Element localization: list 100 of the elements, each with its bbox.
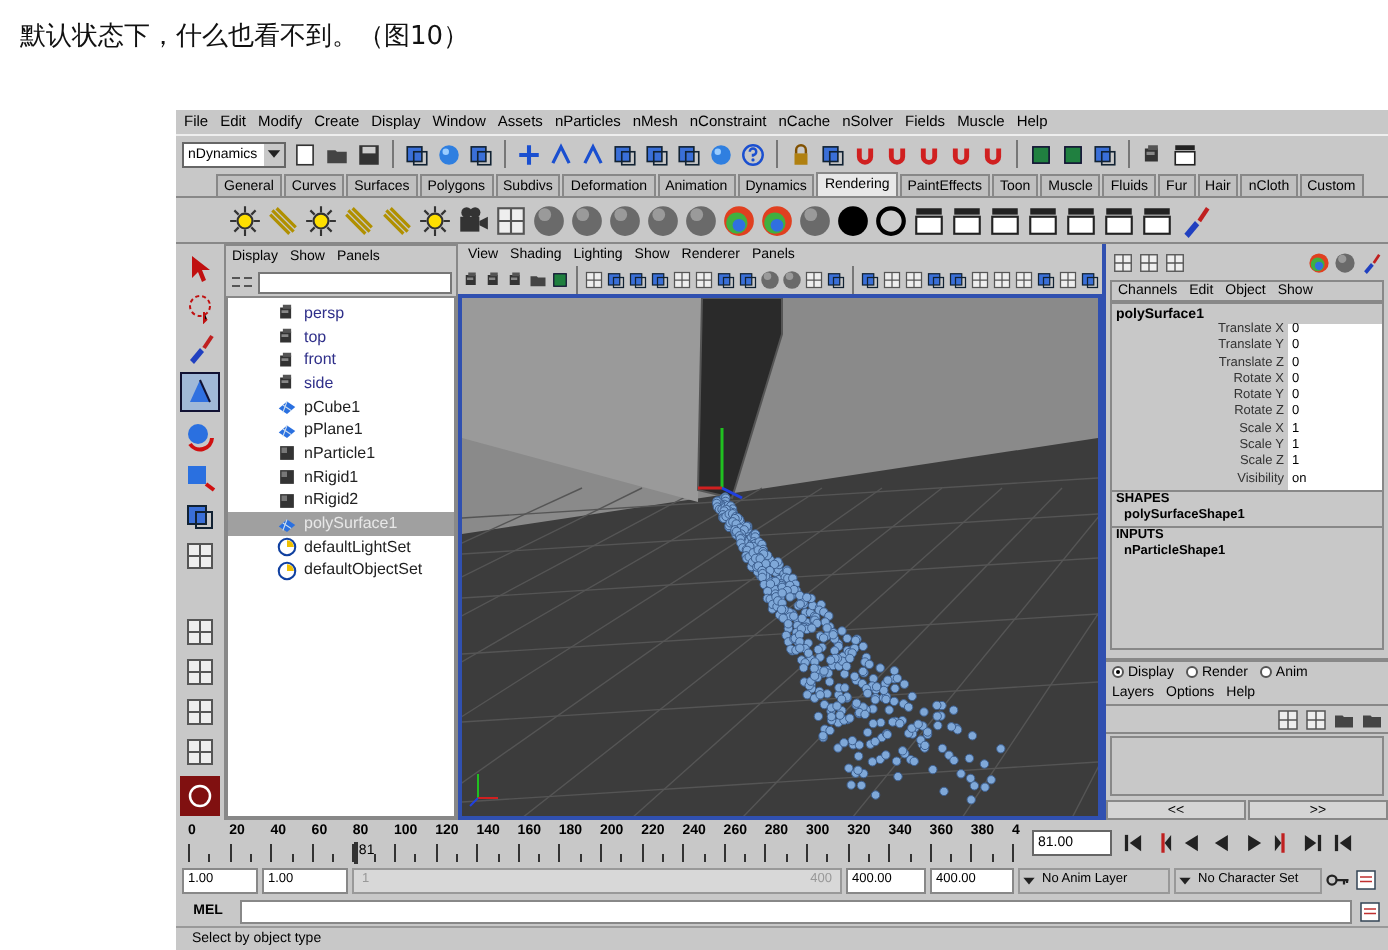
layout-icon[interactable] [804,270,824,290]
radio-button[interactable] [1112,666,1124,678]
clapper-icon[interactable] [1026,203,1060,237]
squares-icon[interactable] [1036,270,1056,290]
sphere-icon[interactable] [1334,251,1356,273]
mesh-icon[interactable] [276,396,298,419]
key-icon[interactable] [1326,868,1350,892]
sphere-icon[interactable] [646,203,680,237]
mesh-icon[interactable] [276,419,298,442]
preferences-icon[interactable] [1354,868,1378,892]
brush-icon[interactable] [1360,251,1382,273]
light-icon[interactable] [304,203,338,237]
move-tool-icon[interactable] [184,376,216,408]
outliner-item[interactable]: side [228,372,454,396]
command-field[interactable] [240,899,1352,923]
preferences-icon[interactable] [1358,899,1382,923]
sphere-icon[interactable] [782,270,802,290]
step-forward-icon[interactable] [1300,829,1326,855]
squares-icon[interactable] [676,141,702,167]
clapper-icon[interactable] [1102,203,1136,237]
sphere-icon[interactable] [684,203,718,237]
squares-icon[interactable] [404,141,430,167]
layout-icon[interactable] [584,270,604,290]
layout-icon[interactable] [494,203,528,237]
layout-icon[interactable] [184,540,216,572]
outliner-item[interactable]: top [228,325,454,349]
squares-icon[interactable] [468,141,494,167]
new-file-icon[interactable] [292,141,318,167]
outliner-item[interactable]: nRigid2 [228,489,454,513]
step-back-icon[interactable] [1120,829,1146,855]
layout-icon[interactable] [1164,251,1186,273]
rotate-tool-icon[interactable] [184,420,216,452]
outliner-item[interactable]: nParticle1 [228,442,454,466]
layout-icon[interactable] [1304,707,1328,731]
radio-button[interactable] [1185,666,1198,678]
node-icon[interactable] [276,466,298,489]
outliner-item[interactable]: pCube1 [228,395,454,419]
layout-icon[interactable] [184,696,216,728]
squares-icon[interactable] [184,500,216,532]
ring-icon[interactable] [874,203,908,237]
set-icon[interactable] [276,536,298,559]
squares-icon[interactable] [1092,141,1118,167]
color-sphere-icon[interactable] [760,203,794,237]
layout-icon[interactable] [1058,270,1078,290]
layout-icon[interactable] [882,270,902,290]
layout-icon[interactable] [904,270,924,290]
layout-icon[interactable] [1138,251,1160,273]
step-back-icon[interactable] [1330,829,1356,855]
layout-icon[interactable] [1014,270,1034,290]
layout-icon[interactable] [970,270,990,290]
layout-icon[interactable] [184,656,216,688]
outliner-item[interactable]: defaultObjectSet [228,559,454,583]
outliner-item[interactable]: defaultLightSet [228,535,454,560]
clapper-icon[interactable] [1140,203,1174,237]
outliner-item[interactable]: pPlane1 [228,418,454,443]
filter-field[interactable] [258,271,452,293]
brush-icon[interactable] [184,332,216,364]
frame-icon[interactable] [550,270,570,290]
node-icon[interactable] [276,442,298,465]
light-icon[interactable] [418,203,452,237]
curve-icon[interactable] [548,141,574,167]
clapper-icon[interactable] [1172,141,1198,167]
radio-button[interactable] [1259,666,1272,678]
plus-icon[interactable] [516,141,542,167]
help-icon[interactable] [740,141,766,167]
set-icon[interactable] [276,559,298,582]
squares-icon[interactable] [644,141,670,167]
layout-icon[interactable] [672,270,692,290]
node-icon[interactable] [276,489,298,512]
outliner-item[interactable]: persp [228,302,454,326]
layout-icon[interactable] [1276,707,1300,731]
sphere-icon[interactable] [608,203,642,237]
frame-icon[interactable] [1060,141,1086,167]
folder-icon[interactable] [528,270,548,290]
clapper-icon[interactable] [1064,203,1098,237]
sphere-icon[interactable] [532,203,566,237]
layout-icon[interactable] [184,736,216,768]
layout-icon[interactable] [184,616,216,648]
layout-icon[interactable] [694,270,714,290]
lasso-icon[interactable] [184,292,216,324]
squares-icon[interactable] [820,141,846,167]
frame-icon[interactable] [1028,141,1054,167]
squares-icon[interactable] [1080,270,1100,290]
clapper-icon[interactable] [988,203,1022,237]
outliner-item[interactable]: front [228,348,454,373]
light-icon[interactable] [228,203,262,237]
sphere-icon[interactable] [570,203,604,237]
current-time-marker[interactable] [354,841,359,863]
logo-icon[interactable] [180,776,220,816]
layout-icon[interactable] [992,270,1012,290]
clapper-icon[interactable] [950,203,984,237]
layout-icon[interactable] [1112,251,1134,273]
clapper-icon[interactable] [912,203,946,237]
squares-icon[interactable] [612,141,638,167]
curve-icon[interactable] [580,141,606,167]
color-sphere-icon[interactable] [1308,251,1330,273]
outliner-item[interactable]: nRigid1 [228,465,454,489]
color-sphere-icon[interactable] [722,203,756,237]
save-icon[interactable] [356,141,382,167]
filter-icon[interactable] [230,272,254,292]
